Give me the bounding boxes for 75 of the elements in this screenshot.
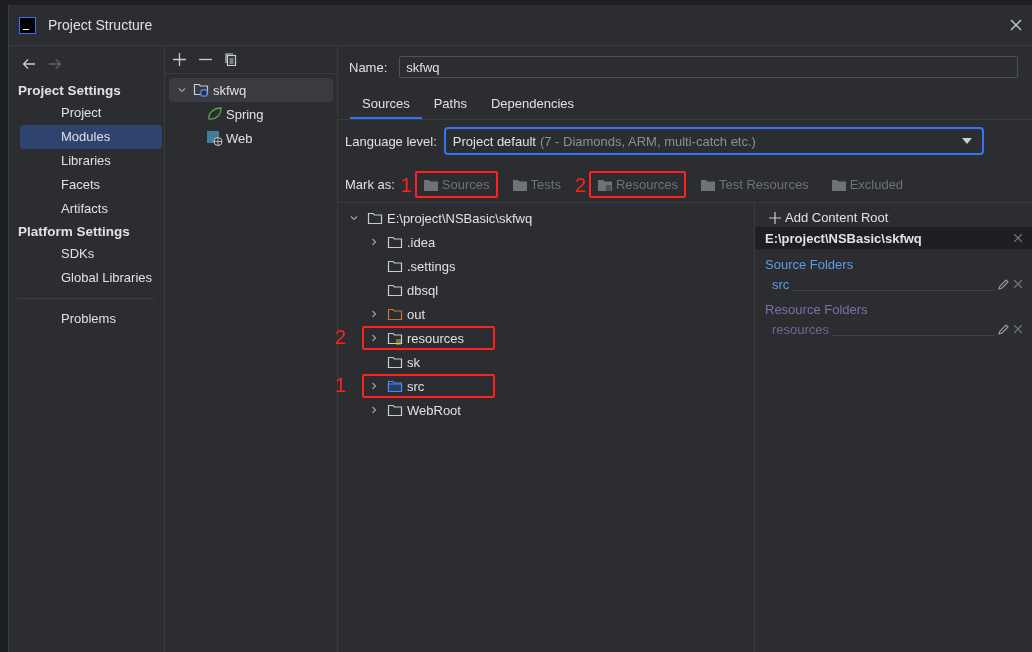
tree-item[interactable]: WebRoot [362, 398, 495, 422]
back-arrow-icon[interactable] [22, 58, 36, 70]
tree-item[interactable]: resources [362, 326, 495, 350]
annotation-number: 1 [335, 375, 347, 395]
tab[interactable]: Sources [350, 92, 422, 119]
section-heading: Resource Folders [764, 301, 869, 319]
tab[interactable]: Dependencies [478, 92, 587, 119]
module-folder-icon [193, 82, 211, 98]
resource-folder-icon [387, 331, 403, 345]
tab[interactable]: Paths [421, 92, 479, 119]
chevron-icon[interactable] [349, 213, 359, 223]
web-icon [207, 130, 223, 146]
sidebar-item[interactable]: Modules [20, 125, 162, 149]
language-level-dropdown[interactable]: Project default (7 - Diamonds, ARM, multi-catch etc.) [443, 127, 984, 155]
section-heading: Source Folders [764, 256, 855, 274]
app-logo-icon [19, 16, 36, 34]
edit-icon[interactable] [998, 278, 1010, 290]
annotation-number: 1 [400, 175, 412, 195]
sidebar-item[interactable]: Libraries [20, 149, 162, 173]
folder-icon [700, 177, 717, 192]
sidebar-item[interactable]: Project [20, 101, 162, 125]
facet-item[interactable]: Spring [169, 102, 333, 126]
add-content-root-button[interactable]: Add Content Root [755, 203, 903, 227]
resource-folder-icon [596, 177, 613, 192]
folder-icon [387, 379, 403, 393]
folder-icon [387, 283, 403, 297]
folder-icon [387, 259, 403, 273]
tree-item[interactable]: .settings [362, 254, 495, 278]
chevron-icon[interactable] [369, 381, 379, 391]
chevron-icon[interactable] [369, 333, 379, 343]
folder-icon [387, 235, 403, 249]
folder-icon [387, 355, 403, 369]
chevron-icon[interactable] [369, 309, 379, 319]
name-field[interactable]: skfwq [399, 56, 1018, 78]
folder-path: src [772, 276, 790, 292]
sidebar-item[interactable]: Facets [20, 173, 162, 197]
chevron-icon[interactable] [369, 405, 379, 415]
copy-icon[interactable] [225, 53, 237, 66]
chevron-icon[interactable] [177, 85, 187, 95]
module-item[interactable]: skfwq [169, 78, 333, 102]
section-heading: Platform Settings [17, 223, 131, 241]
content-root-header: E:\project\NSBasic\skfwq [755, 227, 1032, 249]
folder-icon [367, 211, 383, 225]
facet-item[interactable]: Web [169, 126, 333, 150]
tree-item[interactable]: src [362, 374, 495, 398]
sidebar-item[interactable]: Artifacts [20, 197, 162, 221]
tree-item[interactable]: out [362, 302, 495, 326]
sidebar-item[interactable]: Problems [20, 307, 162, 331]
folder-icon [422, 177, 439, 192]
annotation-number: 2 [335, 327, 347, 347]
edit-icon[interactable] [998, 323, 1010, 335]
sidebar-item[interactable]: SDKs [20, 242, 162, 266]
close-icon[interactable] [1014, 234, 1022, 242]
folder-icon [387, 307, 403, 321]
tree-item[interactable]: sk [362, 350, 495, 374]
tree-item[interactable]: dbsql [362, 278, 495, 302]
folder-icon [830, 177, 847, 192]
add-icon[interactable] [173, 53, 186, 66]
language-level-label: Language level: [345, 133, 437, 149]
tree-item[interactable]: E:\project\NSBasic\skfwq [345, 206, 754, 230]
folder-icon [511, 177, 528, 192]
name-label: Name: [349, 59, 388, 75]
tree-item[interactable]: .idea [362, 230, 495, 254]
section-heading: Project Settings [17, 82, 122, 100]
annotation-number: 2 [574, 175, 586, 195]
folder-path: resources [772, 321, 830, 337]
mark-as-label: Mark as: [345, 177, 395, 192]
folder-icon [387, 403, 403, 417]
sidebar-item[interactable]: Global Libraries [20, 266, 162, 290]
add-icon [769, 211, 781, 224]
chevron-icon[interactable] [369, 237, 379, 247]
leaf-icon [207, 107, 223, 121]
close-icon[interactable] [1010, 19, 1022, 31]
caret-icon [962, 138, 972, 144]
window-title: Project Structure [48, 17, 154, 33]
